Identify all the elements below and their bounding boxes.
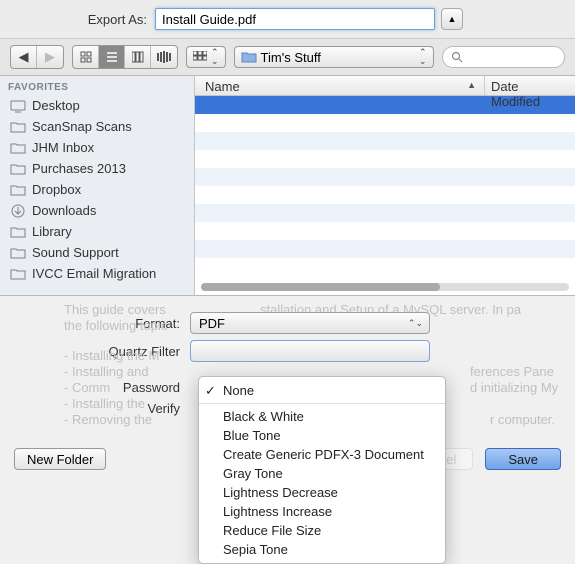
- chevron-updown-icon: ⌃⌄: [419, 48, 427, 66]
- menu-separator: [199, 403, 445, 404]
- background-text: ferences Pane: [470, 364, 554, 379]
- folder-icon: [10, 225, 26, 239]
- menu-item[interactable]: Lightness Decrease: [199, 483, 445, 502]
- icon-view-icon: [80, 51, 92, 63]
- menu-item[interactable]: Blue Tone: [199, 426, 445, 445]
- table-row[interactable]: [195, 150, 575, 168]
- horizontal-scrollbar[interactable]: [201, 283, 569, 291]
- sidebar-item-desktop[interactable]: Desktop: [0, 95, 194, 116]
- location-popup[interactable]: Tim's Stuff ⌃⌄: [234, 46, 434, 68]
- sidebar-item-label: Sound Support: [32, 245, 119, 260]
- menu-item[interactable]: Black & White: [199, 407, 445, 426]
- column-name-header[interactable]: Name▲: [195, 76, 485, 95]
- sidebar-item-sound-support[interactable]: Sound Support: [0, 242, 194, 263]
- table-row[interactable]: [195, 186, 575, 204]
- sidebar-item-label: Downloads: [32, 203, 96, 218]
- sidebar-item-dropbox[interactable]: Dropbox: [0, 179, 194, 200]
- downloads-icon: [10, 204, 26, 218]
- column-date-header[interactable]: Date Modified: [485, 76, 575, 95]
- sidebar-item-ivcc-email-migration[interactable]: IVCC Email Migration: [0, 263, 194, 284]
- file-rows: [195, 96, 575, 286]
- background-text: - Installing the: [64, 396, 145, 411]
- menu-item[interactable]: Gray Tone: [199, 464, 445, 483]
- list-view-icon: [106, 51, 118, 63]
- quartz-filter-select[interactable]: [190, 340, 430, 362]
- sidebar: FAVORITES Desktop ScanSnap Scans JHM Inbox…: [0, 76, 195, 295]
- sidebar-item-label: Purchases 2013: [32, 161, 126, 176]
- table-row[interactable]: [195, 204, 575, 222]
- triangle-left-icon: ◀: [19, 49, 29, 65]
- folder-icon: [10, 120, 26, 134]
- folder-icon: [10, 141, 26, 155]
- sidebar-item-library[interactable]: Library: [0, 221, 194, 242]
- menu-item[interactable]: Lightness Increase: [199, 502, 445, 521]
- menu-item[interactable]: ✓None: [199, 381, 445, 400]
- collapse-button[interactable]: ▲: [441, 8, 463, 30]
- background-text: r computer.: [490, 412, 555, 427]
- folder-icon: [10, 267, 26, 281]
- forward-button[interactable]: ▶: [37, 46, 63, 68]
- menu-item[interactable]: Reduce File Size: [199, 521, 445, 540]
- sort-indicator-icon: ▲: [467, 80, 476, 90]
- sidebar-item-downloads[interactable]: Downloads: [0, 200, 194, 221]
- list-view-button[interactable]: [99, 46, 125, 68]
- background-text: - Installing and: [64, 364, 149, 379]
- search-input[interactable]: [442, 46, 565, 68]
- favorites-header: FAVORITES: [0, 76, 194, 95]
- menu-item[interactable]: Create Generic PDFX-3 Document: [199, 445, 445, 464]
- background-text: This guide covers: [64, 302, 166, 317]
- column-view-icon: [132, 51, 144, 63]
- coverflow-view-button[interactable]: [151, 46, 177, 68]
- sidebar-item-label: ScanSnap Scans: [32, 119, 132, 134]
- table-row[interactable]: [195, 132, 575, 150]
- chevron-updown-icon: ⌃⌄: [211, 48, 219, 66]
- arrange-icon: [193, 51, 207, 63]
- table-row[interactable]: [195, 114, 575, 132]
- checkmark-icon: ✓: [205, 383, 216, 399]
- triangle-right-icon: ▶: [45, 49, 55, 65]
- table-row[interactable]: [195, 168, 575, 186]
- folder-icon: [10, 183, 26, 197]
- save-button[interactable]: Save: [485, 448, 561, 470]
- table-row[interactable]: [195, 258, 575, 276]
- table-row[interactable]: [195, 240, 575, 258]
- sidebar-item-label: Desktop: [32, 98, 80, 113]
- export-as-label: Export As:: [10, 12, 155, 27]
- view-mode-buttons: [72, 45, 178, 69]
- sidebar-item-label: IVCC Email Migration: [32, 266, 156, 281]
- quartz-filter-menu: ✓None Black & WhiteBlue ToneCreate Generi…: [198, 376, 446, 564]
- back-button[interactable]: ◀: [11, 46, 37, 68]
- scrollbar-thumb[interactable]: [201, 283, 440, 291]
- format-select[interactable]: PDF ⌃⌄: [190, 312, 430, 334]
- background-text: - Installing the M: [64, 348, 159, 363]
- format-value: PDF: [199, 316, 225, 331]
- filename-input[interactable]: [155, 8, 435, 30]
- new-folder-button[interactable]: New Folder: [14, 448, 106, 470]
- sidebar-item-label: Dropbox: [32, 182, 81, 197]
- sidebar-item-scansnap-scans[interactable]: ScanSnap Scans: [0, 116, 194, 137]
- folder-icon: [241, 50, 257, 64]
- background-text: - Removing the: [64, 412, 152, 427]
- sidebar-item-jhm-inbox[interactable]: JHM Inbox: [0, 137, 194, 158]
- background-text: the following topic: [64, 318, 167, 333]
- folder-icon: [10, 162, 26, 176]
- sidebar-item-label: JHM Inbox: [32, 140, 94, 155]
- sidebar-item-purchases-2013[interactable]: Purchases 2013: [0, 158, 194, 179]
- chevron-updown-icon: ⌃⌄: [408, 318, 423, 329]
- triangle-up-icon: ▲: [448, 14, 457, 24]
- background-text: - Comm: [64, 380, 110, 395]
- sidebar-item-label: Library: [32, 224, 72, 239]
- table-row[interactable]: [195, 222, 575, 240]
- folder-icon: [10, 246, 26, 260]
- nav-buttons: ◀ ▶: [10, 45, 64, 69]
- background-text: d initializing My: [470, 380, 558, 395]
- icon-view-button[interactable]: [73, 46, 99, 68]
- file-list[interactable]: Name▲ Date Modified: [195, 76, 575, 295]
- search-icon: [451, 51, 463, 63]
- desktop-icon: [10, 99, 26, 113]
- column-view-button[interactable]: [125, 46, 151, 68]
- coverflow-icon: [157, 51, 171, 63]
- arrange-button[interactable]: ⌃⌄: [186, 46, 226, 68]
- location-label: Tim's Stuff: [261, 50, 321, 65]
